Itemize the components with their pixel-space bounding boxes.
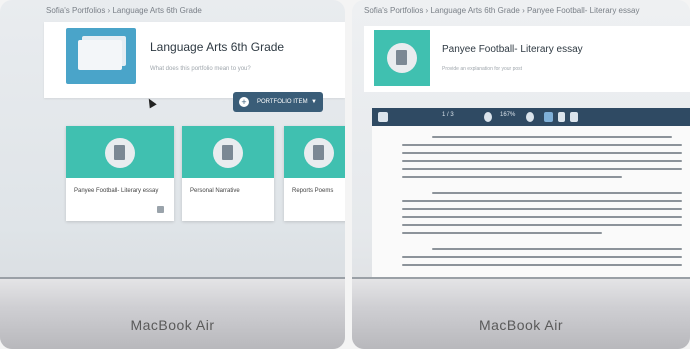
chevron-down-icon: ▼ <box>311 99 317 105</box>
portfolio-card[interactable]: Panyee Football- Literary essay <box>66 126 174 221</box>
page-title: Panyee Football- Literary essay <box>442 44 583 55</box>
portfolio-card[interactable]: Reports Poems <box>284 126 345 221</box>
page-title: Language Arts 6th Grade <box>150 40 285 54</box>
zoom-in-icon[interactable] <box>526 112 534 122</box>
fit-page-icon[interactable] <box>544 112 553 122</box>
card-title: Personal Narrative <box>190 188 240 194</box>
text-select-icon[interactable] <box>558 112 565 122</box>
photo-collage: Sofia's Portfolios › Language Arts 6th G… <box>0 0 690 349</box>
page-indicator[interactable]: 1 / 3 <box>442 112 454 118</box>
button-label: PORTFOLIO ITEM <box>257 99 308 105</box>
add-portfolio-item-button[interactable]: + PORTFOLIO ITEM ▼ <box>233 92 323 112</box>
laptop-bezel: MacBook Air <box>352 277 690 349</box>
cursor-icon <box>145 96 157 109</box>
plus-icon: + <box>239 97 249 107</box>
laptop-photo-essay: Sofia's Portfolios › Language Arts 6th G… <box>352 0 690 349</box>
laptop-brand-label: MacBook Air <box>478 317 564 333</box>
attachment-icon <box>157 206 164 213</box>
document-viewer-toolbar: 1 / 3 167% <box>372 108 690 126</box>
document-icon <box>78 40 122 70</box>
laptop-brand-label: MacBook Air <box>130 317 215 333</box>
document-icon <box>387 43 417 73</box>
essay-document-page <box>372 126 690 279</box>
document-icon <box>304 138 334 168</box>
portfolio-card[interactable]: Personal Narrative <box>182 126 274 221</box>
sidebar-toggle-icon[interactable] <box>378 112 388 122</box>
document-icon <box>105 138 135 168</box>
item-thumbnail[interactable] <box>374 30 430 86</box>
laptop-photo-portfolio: Sofia's Portfolios › Language Arts 6th G… <box>0 0 345 349</box>
card-title: Panyee Football- Literary essay <box>74 188 159 194</box>
item-description[interactable]: Provide an explanation for your post <box>442 66 522 72</box>
portfolio-header: Language Arts 6th Grade What does this p… <box>44 22 345 98</box>
zoom-level[interactable]: 167% <box>500 112 515 118</box>
fullscreen-icon[interactable] <box>570 112 578 122</box>
document-icon <box>213 138 243 168</box>
breadcrumb[interactable]: Sofia's Portfolios › Language Arts 6th G… <box>46 6 202 15</box>
item-header: Panyee Football- Literary essay Provide … <box>364 26 690 92</box>
portfolio-description[interactable]: What does this portfolio mean to you? <box>150 66 251 72</box>
zoom-out-icon[interactable] <box>484 112 492 122</box>
breadcrumb[interactable]: Sofia's Portfolios › Language Arts 6th G… <box>364 6 639 15</box>
card-title: Reports Poems <box>292 188 334 194</box>
laptop-bezel: MacBook Air <box>0 277 345 349</box>
portfolio-thumbnail[interactable] <box>66 28 136 84</box>
